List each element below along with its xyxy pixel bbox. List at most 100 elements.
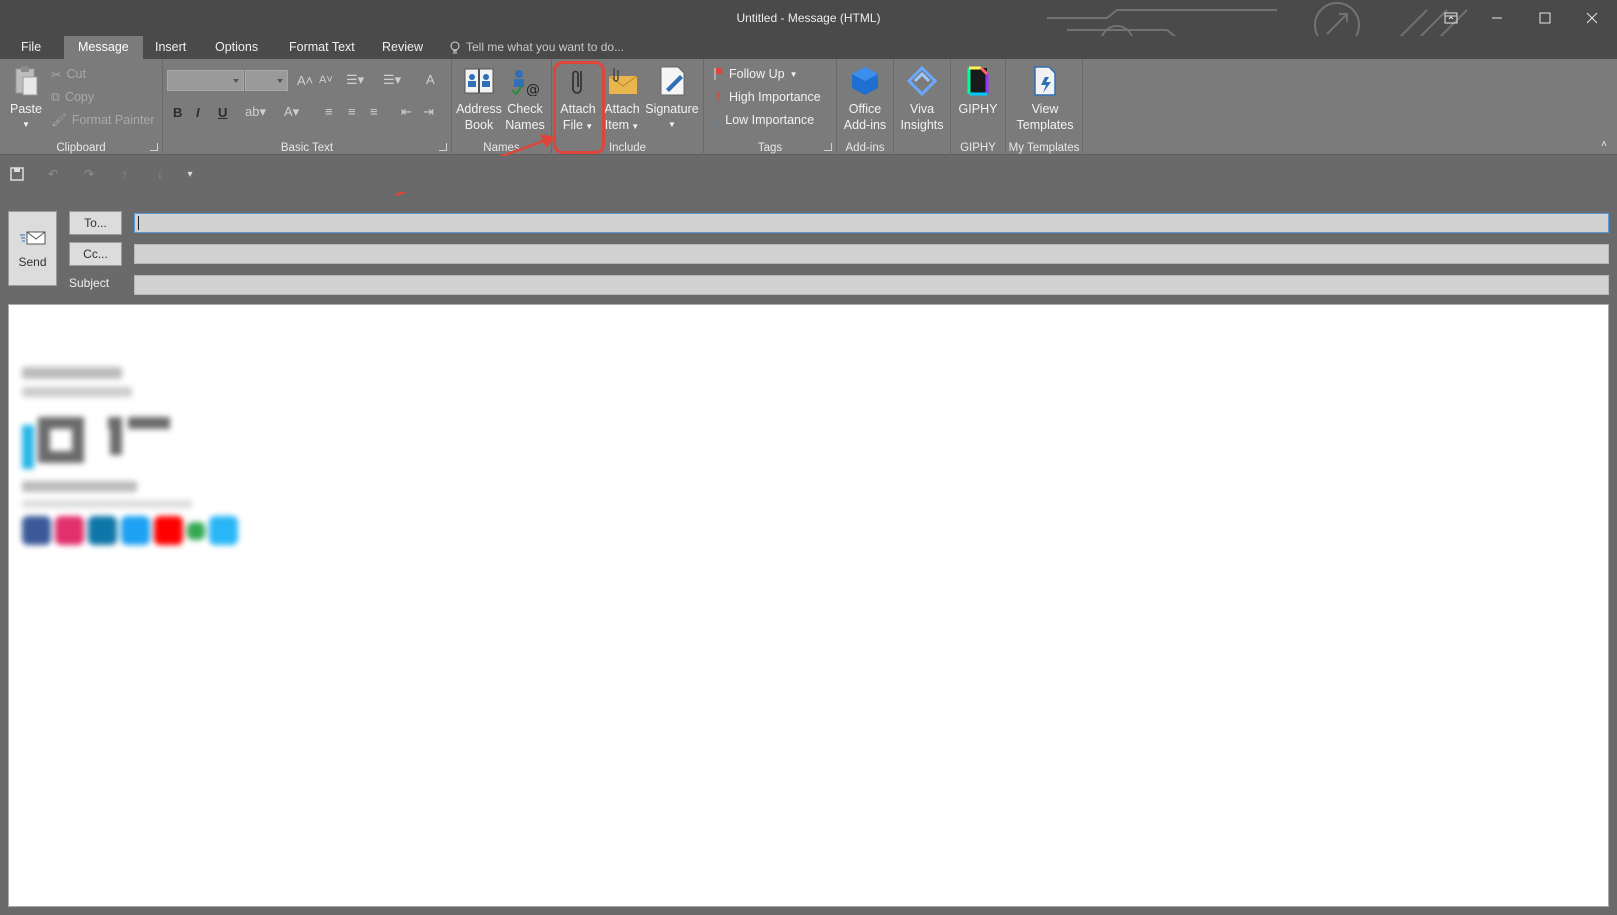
instagram-icon xyxy=(55,516,84,545)
ribbon-display-options-icon[interactable] xyxy=(1428,0,1474,36)
underline-button[interactable]: U xyxy=(218,105,227,120)
paste-button[interactable]: Paste ▼ xyxy=(7,63,45,133)
exclamation-icon: ! xyxy=(716,90,721,104)
font-color-icon[interactable]: A▾ xyxy=(284,104,299,120)
bold-button[interactable]: B xyxy=(173,105,182,120)
copy-label: Copy xyxy=(64,90,95,104)
undo-icon[interactable]: ↶ xyxy=(44,165,62,183)
format-painter-button[interactable]: 🖌 Format Painter xyxy=(51,110,155,130)
signature-redacted-line xyxy=(22,367,122,379)
cc-button[interactable]: Cc... xyxy=(69,242,122,266)
clear-formatting-icon[interactable]: A xyxy=(426,72,435,87)
signature-button[interactable]: Signature ▼ xyxy=(644,63,700,133)
envelope-attach-icon xyxy=(605,63,639,99)
tags-group-label: Tags xyxy=(757,142,783,154)
office-addins-button[interactable]: Office Add-ins xyxy=(840,63,890,133)
paste-icon xyxy=(9,63,43,99)
view-templates-label-1: View xyxy=(1031,102,1059,116)
next-item-icon[interactable]: ↓ xyxy=(151,165,169,183)
font-name-combo[interactable] xyxy=(167,70,244,91)
address-book-button[interactable]: Address Book xyxy=(456,63,502,133)
minimize-icon[interactable] xyxy=(1474,0,1520,36)
maximize-icon[interactable] xyxy=(1522,0,1568,36)
follow-up-button[interactable]: Follow Up ▼ xyxy=(714,64,798,84)
tab-insert[interactable]: Insert xyxy=(141,36,200,59)
facebook-icon xyxy=(22,516,51,545)
save-icon[interactable] xyxy=(8,165,26,183)
giphy-group: GIPHY GIPHY xyxy=(951,59,1006,155)
title-bar: Untitled - Message (HTML) xyxy=(0,0,1617,36)
highlight-icon[interactable]: ab▾ xyxy=(245,104,266,120)
bullets-icon[interactable]: ☰▾ xyxy=(346,72,364,88)
attach-item-button[interactable]: Attach Item ▼ xyxy=(600,63,644,135)
clipboard-group-label: Clipboard xyxy=(56,142,106,154)
viva-insights-button[interactable]: Viva Insights xyxy=(897,63,947,133)
viva-group: Viva Insights xyxy=(894,59,951,155)
view-templates-button[interactable]: View Templates xyxy=(1010,63,1080,133)
quick-access-toolbar: ↶ ↷ ↑ ↓ ▾ xyxy=(0,156,1617,192)
align-right-icon[interactable]: ≡ xyxy=(370,104,378,119)
email-signature-blurred xyxy=(22,367,238,545)
cut-label: Cut xyxy=(66,67,86,81)
to-button[interactable]: To... xyxy=(69,211,122,235)
copy-button[interactable]: ⧉ Copy xyxy=(51,87,94,107)
scissors-icon: ✂ xyxy=(51,67,62,82)
font-size-combo[interactable] xyxy=(245,70,288,91)
social-icons xyxy=(22,516,238,545)
shrink-font-icon[interactable]: A˅ xyxy=(319,74,333,86)
increase-indent-icon[interactable]: ⇥ xyxy=(423,104,434,120)
low-importance-button[interactable]: ↓ Low Importance xyxy=(714,110,814,130)
dialog-launcher-icon[interactable] xyxy=(439,143,447,151)
address-book-label-1: Address xyxy=(456,102,502,116)
attach-item-label-1: Attach xyxy=(604,102,640,116)
svg-text:@: @ xyxy=(526,82,540,96)
subject-field[interactable] xyxy=(134,275,1609,295)
previous-item-icon[interactable]: ↑ xyxy=(116,165,134,183)
message-body-editor[interactable] xyxy=(8,304,1609,907)
redo-icon[interactable]: ↷ xyxy=(80,165,98,183)
twitter-icon xyxy=(121,516,150,545)
cut-button[interactable]: ✂ Cut xyxy=(51,64,86,84)
grow-font-icon[interactable]: A˄ xyxy=(297,73,313,88)
giphy-button[interactable]: GIPHY xyxy=(953,63,1003,117)
viva-insights-icon xyxy=(905,63,939,99)
check-names-label-2: Names xyxy=(505,118,545,132)
cc-field[interactable] xyxy=(134,244,1609,264)
tab-message[interactable]: Message xyxy=(64,36,143,59)
tab-review[interactable]: Review xyxy=(368,36,437,59)
collapse-ribbon-icon[interactable]: ˄ xyxy=(1601,139,1607,150)
ribbon: Paste ▼ ✂ Cut ⧉ Copy 🖌 Format Painter Clipb… xyxy=(0,59,1617,155)
window-title: Untitled - Message (HTML) xyxy=(736,11,881,25)
to-field[interactable] xyxy=(134,213,1609,233)
check-names-icon: @ xyxy=(508,63,542,99)
high-importance-button[interactable]: ! High Importance xyxy=(716,87,821,107)
dialog-launcher-icon[interactable] xyxy=(150,143,158,151)
send-icon xyxy=(19,230,47,249)
signature-redacted-line xyxy=(22,387,132,397)
signature-redacted-line xyxy=(22,481,137,492)
customize-qat-icon[interactable]: ▾ xyxy=(181,165,199,183)
tab-options[interactable]: Options xyxy=(201,36,272,59)
tab-file[interactable]: File xyxy=(7,36,55,59)
italic-button[interactable]: I xyxy=(196,105,200,120)
chevron-down-icon: ▼ xyxy=(668,120,676,129)
addins-group: Office Add-ins Add-ins xyxy=(837,59,894,155)
numbering-icon[interactable]: ☰▾ xyxy=(383,72,401,88)
dialog-launcher-icon[interactable] xyxy=(824,143,832,151)
tab-format-text[interactable]: Format Text xyxy=(275,36,369,59)
close-icon[interactable] xyxy=(1569,0,1615,36)
check-names-button[interactable]: @ Check Names xyxy=(502,63,548,133)
send-button[interactable]: Send xyxy=(8,211,57,286)
viva-insights-label-1: Viva xyxy=(909,102,935,116)
check-names-label-1: Check xyxy=(507,102,543,116)
tell-me-search[interactable]: Tell me what you want to do... xyxy=(450,36,624,59)
signature-redacted-line xyxy=(22,500,192,508)
low-importance-label: Low Importance xyxy=(725,113,815,127)
align-left-icon[interactable]: ≡ xyxy=(325,104,333,119)
signature-label: Signature xyxy=(645,102,699,116)
decrease-indent-icon[interactable]: ⇤ xyxy=(401,104,412,120)
tell-me-text: Tell me what you want to do... xyxy=(466,40,625,54)
office-addins-label-1: Office xyxy=(848,102,882,116)
align-center-icon[interactable]: ≡ xyxy=(348,104,356,119)
chevron-down-icon: ▼ xyxy=(789,69,798,79)
